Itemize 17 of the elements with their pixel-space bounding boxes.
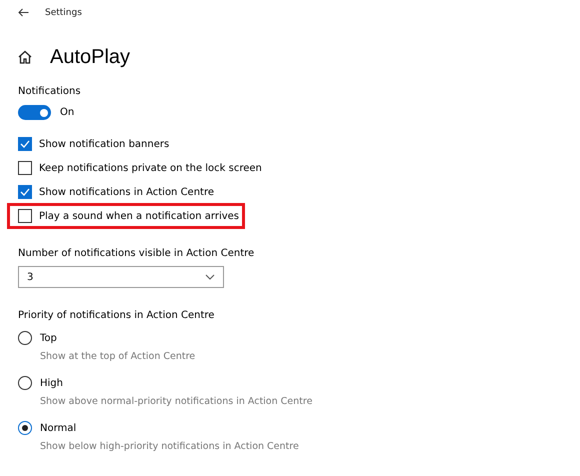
section-label: Notifications — [18, 86, 82, 97]
checkbox-label: Play a sound when a notification arrives — [39, 210, 240, 222]
option-description: Show above normal-priority notifications in Action Centre — [40, 396, 314, 407]
dropdown-label: Number of notifications visible in Action Centre — [18, 248, 256, 259]
count-dropdown[interactable]: 3 — [18, 266, 224, 288]
radio-label: Normal — [40, 422, 76, 434]
checkbox-label: Keep notifications private on the lock screen — [39, 162, 262, 174]
radio-group-label: Priority of notifications in Action Centre — [18, 310, 216, 321]
checkbox-label: Show notification banners — [39, 138, 170, 150]
header-title: Settings — [45, 8, 82, 18]
option-description: Show at the top of Action Centre — [40, 351, 196, 362]
radio-label: High — [40, 378, 63, 388]
toggle-label: On — [60, 107, 74, 118]
option-description: Show below high-priority notifications in Action Centre — [40, 441, 300, 452]
checkbox-label: Show notifications in Action Centre — [39, 186, 214, 198]
page-title: AutoPlay — [50, 46, 130, 68]
radio-label: Top — [40, 332, 57, 344]
